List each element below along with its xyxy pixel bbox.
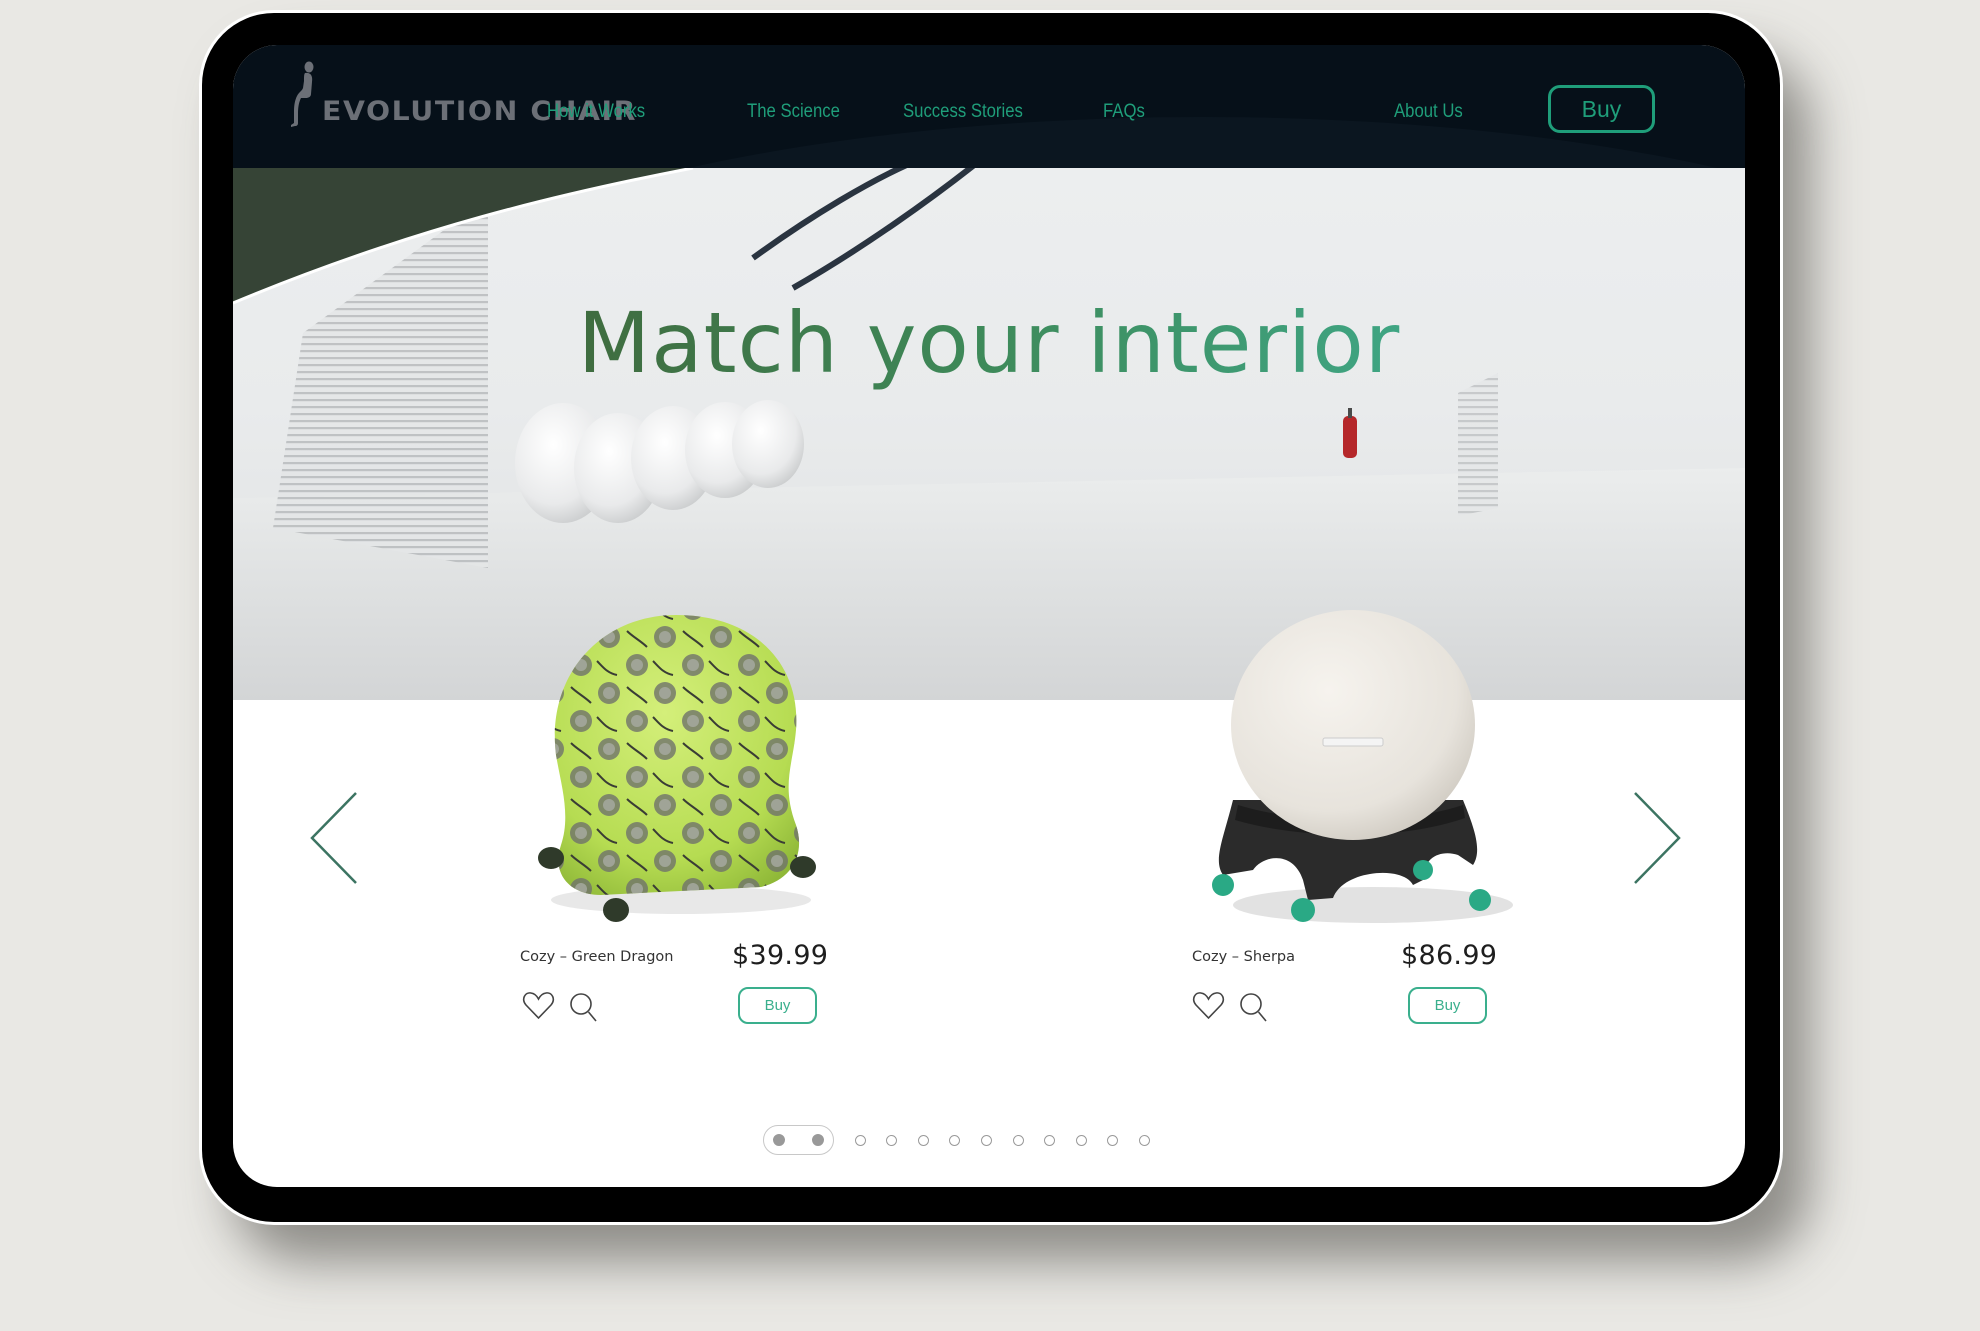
ceiling-track-1: [751, 168, 908, 261]
hero-vent-right: [1458, 373, 1498, 516]
nav-faqs[interactable]: FAQs: [1103, 101, 1145, 123]
white-balloon: [732, 400, 804, 488]
product-name[interactable]: Cozy – Sherpa: [1192, 949, 1295, 965]
chevron-right-icon[interactable]: [1631, 791, 1681, 885]
heart-icon[interactable]: [1192, 991, 1225, 1021]
product-buy-button[interactable]: Buy: [1408, 987, 1487, 1024]
product-buy-button[interactable]: Buy: [738, 987, 817, 1024]
nav-about-us[interactable]: About Us: [1394, 101, 1463, 123]
pagination-dot[interactable]: [886, 1134, 898, 1146]
hero-headline-text: Match your interior: [577, 294, 1401, 392]
nav-the-science[interactable]: The Science: [747, 101, 840, 123]
search-icon[interactable]: [569, 991, 599, 1023]
tablet-screen: EVOLUTION CHAIR How it Works The Science…: [233, 45, 1745, 1187]
pagination-dot[interactable]: [854, 1134, 866, 1146]
pagination-dot[interactable]: [812, 1134, 824, 1146]
site-header: EVOLUTION CHAIR How it Works The Science…: [233, 45, 1745, 168]
heart-icon[interactable]: [522, 991, 555, 1021]
product-name[interactable]: Cozy – Green Dragon: [520, 949, 673, 965]
fire-extinguisher: [1343, 416, 1357, 458]
pagination-dot[interactable]: [773, 1134, 785, 1146]
chevron-left-icon[interactable]: [310, 791, 360, 885]
product-price: $39.99: [732, 940, 829, 971]
pagination-dot[interactable]: [980, 1134, 992, 1146]
product-price: $86.99: [1401, 940, 1498, 971]
nav-success-stories[interactable]: Success Stories: [903, 101, 1023, 123]
nav-how-it-works[interactable]: How it Works: [547, 101, 645, 123]
product-image-green-dragon[interactable]: [511, 595, 841, 925]
pagination-dot[interactable]: [1075, 1134, 1087, 1146]
pagination-dot[interactable]: [1107, 1134, 1119, 1146]
pagination-dot[interactable]: [1044, 1134, 1056, 1146]
product-image-sherpa[interactable]: [1183, 600, 1523, 945]
seated-figure-icon: [291, 61, 314, 127]
search-icon[interactable]: [1239, 991, 1269, 1023]
pagination-dot[interactable]: [917, 1134, 929, 1146]
ceiling-track-2: [791, 168, 976, 291]
pagination-dot[interactable]: [949, 1134, 961, 1146]
hero-headline: Match your interior: [233, 293, 1745, 394]
fire-extinguisher-nozzle: [1348, 408, 1352, 418]
header-buy-button[interactable]: Buy: [1548, 85, 1655, 133]
pagination-dot[interactable]: [1138, 1134, 1150, 1146]
pagination-dot[interactable]: [1012, 1134, 1024, 1146]
